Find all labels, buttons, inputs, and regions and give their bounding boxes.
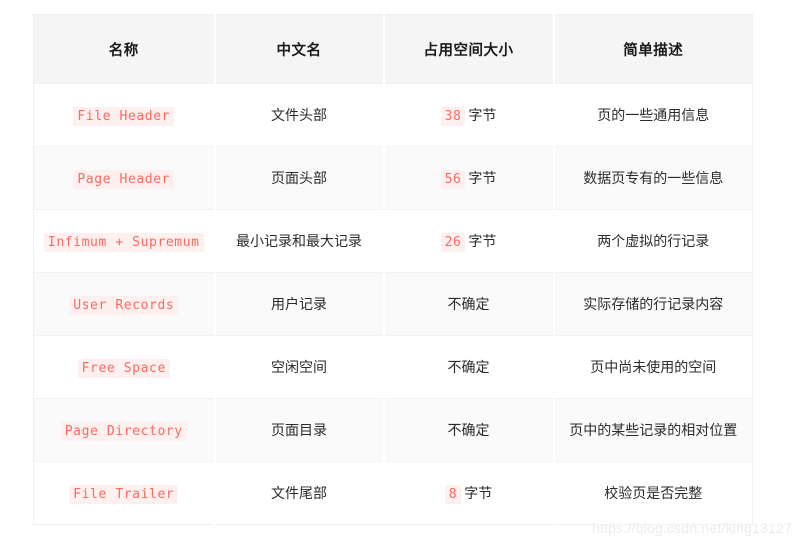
cell-name: Infimum + Supremum bbox=[33, 209, 216, 273]
cell-description: 数据页专有的一些信息 bbox=[553, 146, 753, 210]
cell-description: 页中尚未使用的空间 bbox=[553, 335, 753, 399]
cell-name: File Trailer bbox=[33, 461, 216, 525]
cell-chinese-name: 最小记录和最大记录 bbox=[214, 209, 385, 273]
cell-size: 56 字节 bbox=[383, 146, 555, 210]
cell-name: User Records bbox=[33, 272, 216, 336]
table-row: User Records 用户记录 不确定 实际存储的行记录内容 bbox=[33, 272, 753, 336]
cell-chinese-name: 文件尾部 bbox=[214, 461, 385, 525]
structure-name-code: User Records bbox=[69, 295, 179, 315]
cell-size: 26 字节 bbox=[383, 209, 555, 273]
page-root: 名称 中文名 占用空间大小 简单描述 File Header 文件头部 38 字节 页的… bbox=[0, 0, 802, 541]
size-unit-label: 字节 bbox=[468, 107, 497, 123]
cell-name: File Header bbox=[33, 83, 216, 147]
column-header-name: 名称 bbox=[33, 14, 216, 84]
size-value-code: 26 bbox=[440, 233, 466, 252]
cell-name: Free Space bbox=[33, 335, 216, 399]
table-container: 名称 中文名 占用空间大小 简单描述 File Header 文件头部 38 字节 页的… bbox=[33, 14, 753, 525]
cell-chinese-name: 页面目录 bbox=[214, 398, 385, 462]
cell-description: 页的一些通用信息 bbox=[553, 83, 753, 147]
cell-description: 校验页是否完整 bbox=[553, 461, 753, 525]
cell-chinese-name: 空闲空间 bbox=[214, 335, 385, 399]
cell-size: 8 字节 bbox=[383, 461, 555, 525]
table-row: Page Header 页面头部 56 字节 数据页专有的一些信息 bbox=[33, 146, 753, 210]
cell-description: 页中的某些记录的相对位置 bbox=[553, 398, 753, 462]
structure-name-code: Infimum + Supremum bbox=[43, 232, 204, 252]
size-plain-label: 不确定 bbox=[447, 296, 490, 312]
cell-description: 实际存储的行记录内容 bbox=[553, 272, 753, 336]
cell-size: 38 字节 bbox=[383, 83, 555, 147]
cell-chinese-name: 页面头部 bbox=[214, 146, 385, 210]
table-head: 名称 中文名 占用空间大小 简单描述 bbox=[33, 14, 753, 84]
structure-name-code: Page Directory bbox=[60, 421, 187, 441]
table-row: Free Space 空闲空间 不确定 页中尚未使用的空间 bbox=[33, 335, 753, 399]
size-unit-label: 字节 bbox=[464, 485, 493, 501]
cell-size: 不确定 bbox=[383, 335, 555, 399]
structure-name-code: File Trailer bbox=[69, 484, 179, 504]
cell-description: 两个虚拟的行记录 bbox=[553, 209, 753, 273]
size-value-code: 8 bbox=[444, 485, 462, 504]
size-plain-label: 不确定 bbox=[447, 422, 490, 438]
table-row: File Trailer 文件尾部 8 字节 校验页是否完整 bbox=[33, 461, 753, 525]
size-plain-label: 不确定 bbox=[447, 359, 490, 375]
watermark-text: https://blog.csdn.net/king13127 bbox=[591, 520, 792, 536]
structure-name-code: Page Header bbox=[73, 169, 175, 189]
size-unit-label: 字节 bbox=[468, 233, 497, 249]
cell-chinese-name: 用户记录 bbox=[214, 272, 385, 336]
table-row: File Header 文件头部 38 字节 页的一些通用信息 bbox=[33, 83, 753, 147]
table-header-row: 名称 中文名 占用空间大小 简单描述 bbox=[33, 14, 753, 84]
innodb-page-structure-table: 名称 中文名 占用空间大小 简单描述 File Header 文件头部 38 字节 页的… bbox=[33, 14, 753, 525]
structure-name-code: File Header bbox=[73, 106, 175, 126]
cell-name: Page Header bbox=[33, 146, 216, 210]
cell-name: Page Directory bbox=[33, 398, 216, 462]
table-row: Page Directory 页面目录 不确定 页中的某些记录的相对位置 bbox=[33, 398, 753, 462]
structure-name-code: Free Space bbox=[77, 358, 170, 378]
cell-size: 不确定 bbox=[383, 272, 555, 336]
size-value-code: 56 bbox=[440, 170, 466, 189]
cell-size: 不确定 bbox=[383, 398, 555, 462]
size-value-code: 38 bbox=[440, 107, 466, 126]
table-row: Infimum + Supremum 最小记录和最大记录 26 字节 两个虚拟的行记录 bbox=[33, 209, 753, 273]
table-body: File Header 文件头部 38 字节 页的一些通用信息 Page Header 页面… bbox=[33, 83, 753, 525]
column-header-size: 占用空间大小 bbox=[383, 14, 555, 84]
column-header-chinese-name: 中文名 bbox=[214, 14, 385, 84]
column-header-description: 简单描述 bbox=[553, 14, 753, 84]
cell-chinese-name: 文件头部 bbox=[214, 83, 385, 147]
size-unit-label: 字节 bbox=[468, 170, 497, 186]
